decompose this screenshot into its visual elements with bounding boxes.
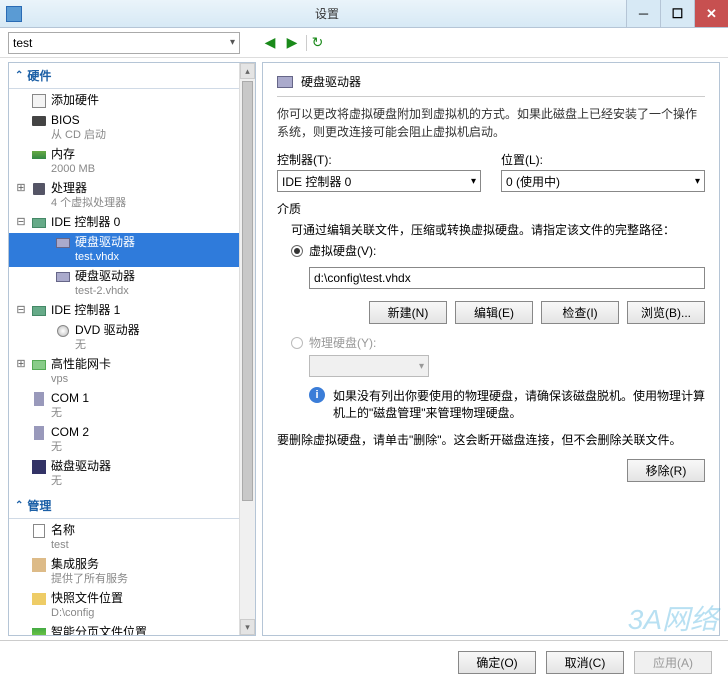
toolbar: test ▾ ◀ ▶ ↻ xyxy=(0,28,728,58)
inspect-button[interactable]: 检查(I) xyxy=(541,301,619,324)
ok-button[interactable]: 确定(O) xyxy=(458,651,536,674)
apply-button: 应用(A) xyxy=(634,651,712,674)
hdd-icon xyxy=(277,76,293,88)
tree-bios[interactable]: BIOS从 CD 启动 xyxy=(9,111,255,145)
controller-select[interactable]: IDE 控制器 0 ▾ xyxy=(277,170,481,192)
minimize-button[interactable]: ─ xyxy=(626,0,660,27)
media-description: 可通过编辑关联文件，压缩或转换虚拟硬盘。请指定该文件的完整路径： xyxy=(291,221,705,238)
management-section-header[interactable]: ⌃ 管理 xyxy=(9,493,255,519)
cancel-button[interactable]: 取消(C) xyxy=(546,651,624,674)
tree-cpu[interactable]: ⊞处理器4 个虚拟处理器 xyxy=(9,179,255,213)
virtual-disk-radio-label: 虚拟硬盘(V): xyxy=(309,242,376,259)
tree-com1[interactable]: COM 1无 xyxy=(9,389,255,423)
virtual-disk-radio[interactable] xyxy=(291,245,303,257)
maximize-button[interactable]: ☐ xyxy=(660,0,694,27)
edit-button[interactable]: 编辑(E) xyxy=(455,301,533,324)
tree-nic[interactable]: ⊞高性能网卡vps xyxy=(9,355,255,389)
tree-integration-services[interactable]: 集成服务提供了所有服务 xyxy=(9,555,255,589)
collapse-icon: ⌃ xyxy=(15,500,23,511)
settings-tree: ⌃ 硬件 添加硬件 BIOS从 CD 启动 内存2000 MB ⊞处理器4 个虚… xyxy=(8,62,256,636)
vm-selector-value: test xyxy=(13,36,32,50)
vm-selector-combo[interactable]: test ▾ xyxy=(8,32,240,54)
remove-note: 要删除虚拟硬盘，请单击"删除"。这会断开磁盘连接，但不会删除关联文件。 xyxy=(277,431,705,449)
tree-dvd[interactable]: DVD 驱动器无 xyxy=(9,321,255,355)
scroll-up-button[interactable]: ▴ xyxy=(240,63,255,79)
tree-hdd-2[interactable]: 硬盘驱动器test-2.vhdx xyxy=(9,267,255,301)
tree-hdd-1[interactable]: 硬盘驱动器test.vhdx xyxy=(9,233,255,267)
vhd-path-input[interactable] xyxy=(309,267,705,289)
close-button[interactable]: ✕ xyxy=(694,0,728,27)
hardware-section-header[interactable]: ⌃ 硬件 xyxy=(9,63,255,89)
content-description: 你可以更改将虚拟硬盘附加到虚拟机的方式。如果此磁盘上已经安装了一个操作系统，则更… xyxy=(277,105,705,141)
scrollbar[interactable]: ▴ ▾ xyxy=(239,63,255,635)
tree-snapshot-location[interactable]: 快照文件位置D:\config xyxy=(9,589,255,623)
window-title: 设置 xyxy=(28,5,626,22)
physical-disk-radio xyxy=(291,337,303,349)
chevron-down-icon: ▾ xyxy=(471,176,476,187)
title-bar: 设置 ─ ☐ ✕ xyxy=(0,0,728,28)
browse-button[interactable]: 浏览(B)... xyxy=(627,301,705,324)
content-title: 硬盘驱动器 xyxy=(301,73,361,90)
tree-floppy[interactable]: 磁盘驱动器无 xyxy=(9,457,255,491)
new-button[interactable]: 新建(N) xyxy=(369,301,447,324)
scroll-thumb[interactable] xyxy=(242,81,253,501)
chevron-down-icon: ▾ xyxy=(230,37,235,48)
content-pane: 硬盘驱动器 你可以更改将虚拟硬盘附加到虚拟机的方式。如果此磁盘上已经安装了一个操… xyxy=(262,62,720,636)
location-select[interactable]: 0 (使用中) ▾ xyxy=(501,170,705,192)
controller-label: 控制器(T): xyxy=(277,151,481,168)
app-icon xyxy=(6,6,22,22)
physical-disk-radio-label: 物理硬盘(Y): xyxy=(309,334,376,351)
location-label: 位置(L): xyxy=(501,151,705,168)
info-icon: i xyxy=(309,387,325,403)
physical-disk-info: 如果没有列出你要使用的物理硬盘，请确保该磁盘脱机。使用物理计算机上的"磁盘管理"… xyxy=(333,387,705,421)
media-group-label: 介质 xyxy=(277,200,705,217)
physical-disk-select: ▾ xyxy=(309,355,429,377)
refresh-button[interactable]: ↻ xyxy=(306,35,322,51)
tree-com2[interactable]: COM 2无 xyxy=(9,423,255,457)
chevron-down-icon: ▾ xyxy=(419,361,424,372)
tree-name[interactable]: 名称test xyxy=(9,521,255,555)
tree-memory[interactable]: 内存2000 MB xyxy=(9,145,255,179)
chevron-down-icon: ▾ xyxy=(695,176,700,187)
tree-ide0[interactable]: ⊟IDE 控制器 0 xyxy=(9,213,255,233)
tree-paging-location[interactable]: 智能分页文件位置D:\config xyxy=(9,623,255,636)
nav-next-button[interactable]: ▶ xyxy=(284,35,300,51)
dialog-footer: 确定(O) 取消(C) 应用(A) xyxy=(0,640,728,684)
remove-button[interactable]: 移除(R) xyxy=(627,459,705,482)
tree-add-hardware[interactable]: 添加硬件 xyxy=(9,91,255,111)
nav-prev-button[interactable]: ◀ xyxy=(262,35,278,51)
tree-ide1[interactable]: ⊟IDE 控制器 1 xyxy=(9,301,255,321)
scroll-down-button[interactable]: ▾ xyxy=(240,619,255,635)
collapse-icon: ⌃ xyxy=(15,70,23,81)
